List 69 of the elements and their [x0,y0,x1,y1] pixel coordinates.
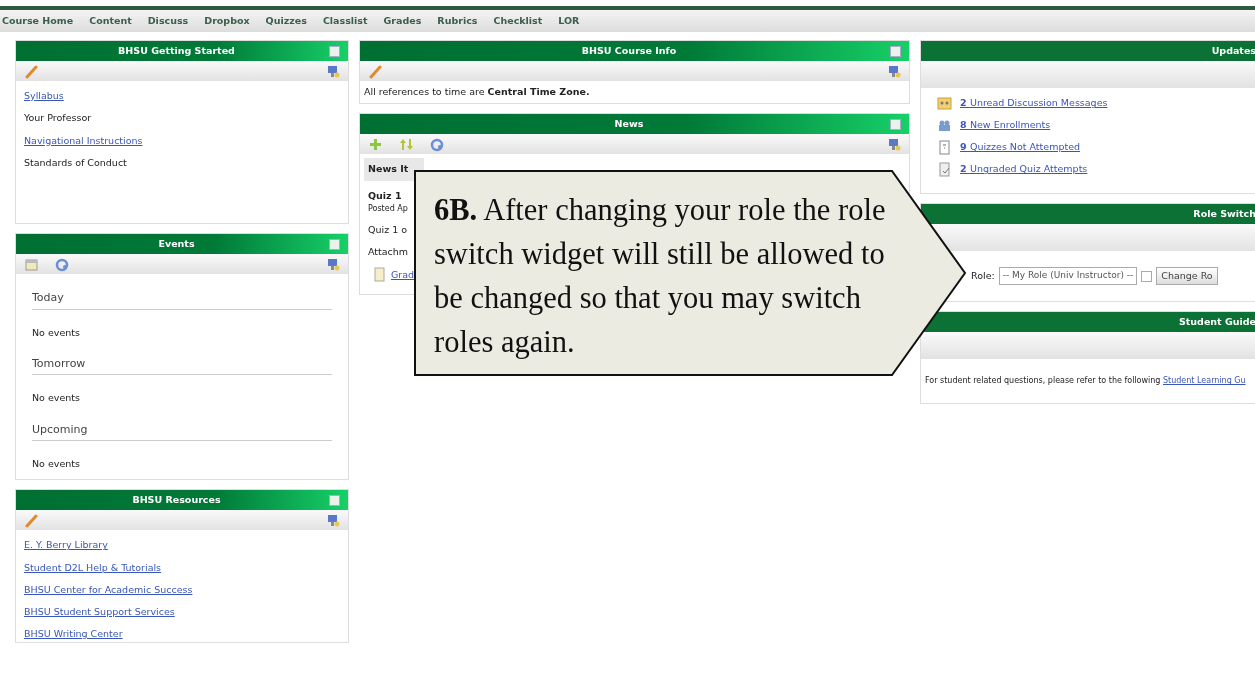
widget-title: Events [157,236,196,251]
change-role-button[interactable]: Change Ro [1156,267,1218,286]
nav-link[interactable]: Rubrics [437,13,478,29]
attachment-link[interactable]: Grad [391,267,415,282]
list-text: Standards of Conduct [24,156,127,168]
widget-title: Updates [1211,43,1255,58]
collapse-icon[interactable] [890,45,901,57]
widget-title: BHSU Resources [131,493,222,508]
attachments-label: Attachm [368,246,409,257]
link[interactable]: E. Y. Berry Library [24,539,108,551]
update-link[interactable]: 2 Unread Discussion Messages [960,96,1108,111]
collapse-icon[interactable] [329,238,340,250]
link[interactable]: Syllabus [24,90,64,101]
file-icon [372,267,387,283]
link[interactable]: BHSU Center for Academic Success [24,583,193,595]
nav-link[interactable]: Dropbox [204,13,250,29]
widget-title: BHSU Course Info [580,43,678,58]
nav-link[interactable]: LOR [558,13,580,29]
event-text: No events [32,326,80,338]
nav-link[interactable]: Discuss [147,13,189,29]
update-link[interactable]: 9 Quizzes Not Attempted [960,140,1081,155]
plus-icon[interactable] [368,136,383,152]
event-text: No events [32,392,80,404]
section-heading: Today [32,290,332,310]
nav-link[interactable]: Grades [383,13,422,29]
info-text: All references to time are Central Time Zone. [364,85,591,99]
nav-link[interactable]: Quizzes [265,13,307,29]
calendar-icon[interactable] [24,256,39,272]
collapse-icon[interactable] [890,118,901,130]
updown-arrows-icon[interactable] [399,136,414,152]
section-heading: Upcoming [32,421,332,441]
link[interactable]: Navigational Instructions [24,134,143,146]
widget-title: Role Switch [1193,206,1255,221]
people-icon [937,118,952,133]
collapse-icon[interactable] [329,494,340,506]
collapse-icon[interactable] [329,45,340,57]
section-heading: Tomorrow [32,355,332,376]
widget-title: Student Guide [1178,315,1255,330]
news-text: Quiz 1 o [368,223,408,235]
guide-text: For student related questions, please refer to the following [925,376,1162,386]
nav-link[interactable]: Checklist [493,13,543,29]
document-icon [937,140,952,155]
nav-link[interactable]: Classlist [322,13,368,29]
news-heading: News It [364,158,424,181]
event-text: No events [32,458,80,469]
list-text: Your Professor [24,112,92,124]
link[interactable]: Student D2L Help & Tutorials [24,561,162,573]
monitor-icon[interactable] [325,512,340,528]
widget-title: BHSU Getting Started [117,43,236,58]
link[interactable]: BHSU Student Support Services [24,606,175,617]
role-dropdown[interactable]: -- My Role (Univ Instructor) -- [998,267,1138,285]
checked-document-icon [937,162,952,177]
nav-link[interactable]: Course Home [2,13,74,29]
role-label: Role: [971,269,995,283]
message-icon [937,96,952,111]
pencil-icon[interactable] [368,63,383,79]
update-link[interactable]: 8 New Enrollments [960,118,1051,133]
link[interactable]: BHSU Writing Center [24,628,123,640]
posted-text: Posted Ap [368,202,408,215]
news-title: Quiz 1 [368,188,402,203]
widget-title: News [613,117,645,132]
monitor-icon[interactable] [886,136,901,152]
pencil-icon[interactable] [24,512,39,528]
monitor-icon[interactable] [325,256,340,272]
monitor-icon[interactable] [325,63,340,79]
guide-link[interactable]: Student Learning Gu [1162,376,1246,386]
pencil-icon[interactable] [24,63,39,79]
monitor-icon[interactable] [886,63,901,79]
nav-link[interactable]: Content [89,13,132,29]
